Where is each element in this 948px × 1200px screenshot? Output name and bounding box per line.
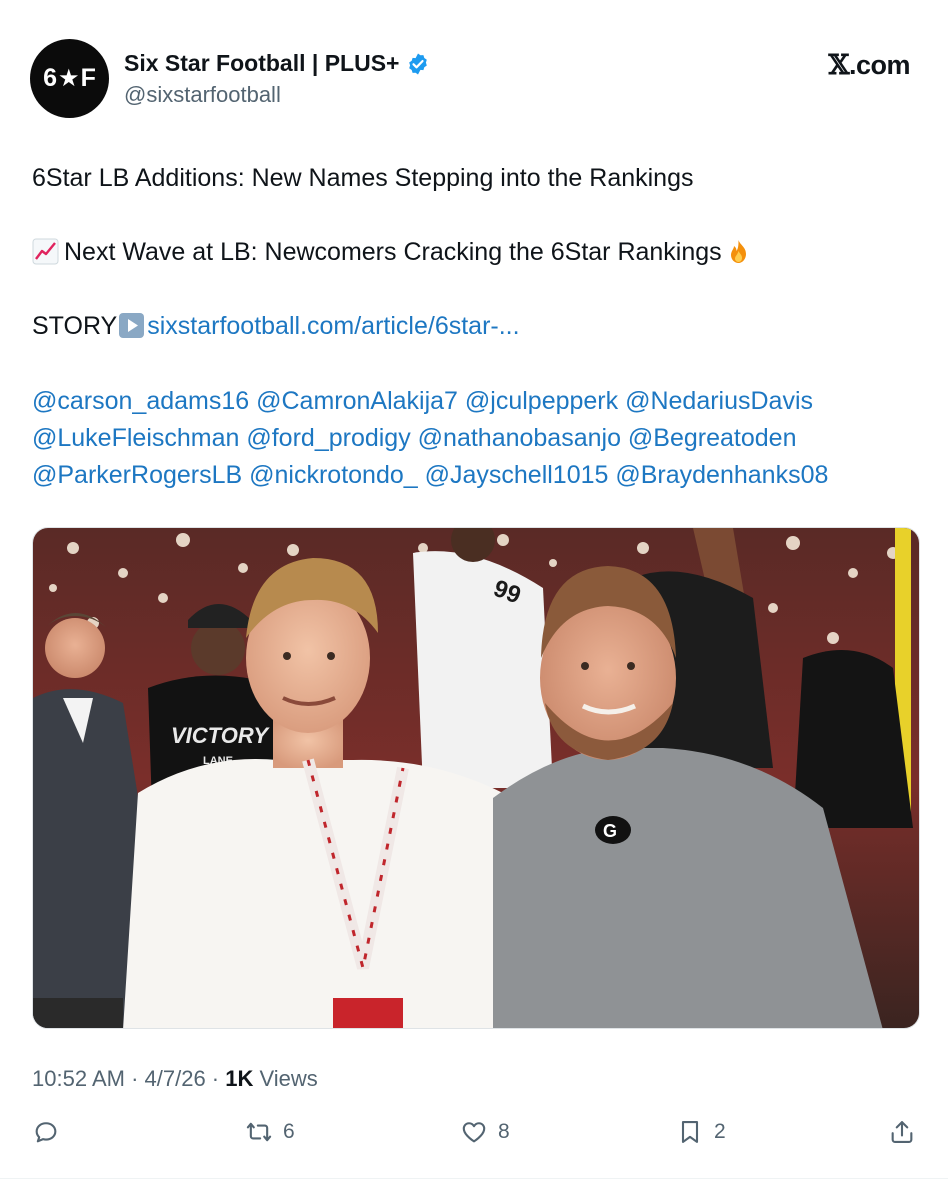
- repost-icon: [246, 1122, 272, 1142]
- reply-icon: [35, 1122, 57, 1143]
- repost-count: 6: [283, 1120, 295, 1143]
- display-name[interactable]: Six Star Football | PLUS+: [124, 50, 399, 77]
- g-logo-text: G: [603, 821, 617, 841]
- post-line-1: 6Star LB Additions: New Names Stepping i…: [32, 164, 694, 192]
- post-line-2: Next Wave at LB: Newcomers Cracking the …: [32, 237, 752, 267]
- avatar-text-right: F: [80, 64, 96, 92]
- x-logo-icon: 𝕏: [828, 50, 850, 81]
- x-com-brand: 𝕏.com: [828, 50, 911, 81]
- meta-separator: ·: [124, 1066, 145, 1091]
- share-button[interactable]: [888, 1118, 916, 1146]
- post-line-2-text: Next Wave at LB: Newcomers Cracking the …: [64, 238, 722, 266]
- bookmark-count: 2: [714, 1120, 726, 1143]
- avatar[interactable]: 6 ★ F: [30, 39, 109, 118]
- like-count: 8: [498, 1120, 510, 1143]
- repost-button[interactable]: 6: [245, 1118, 295, 1146]
- meta-separator: ·: [205, 1066, 226, 1091]
- action-bar: 6 8 2: [32, 1118, 920, 1152]
- post-date[interactable]: 4/7/26: [145, 1066, 206, 1091]
- brand-suffix: .com: [848, 50, 911, 80]
- reply-button[interactable]: [32, 1118, 70, 1146]
- photo-illustration: VICTORY LANE 99 G: [33, 528, 919, 1028]
- post-meta: 10:52 AM · 4/7/26 · 1K Views: [32, 1066, 318, 1092]
- play-button-icon: [119, 313, 145, 338]
- star-icon: ★: [58, 65, 80, 92]
- mentions-row-3[interactable]: @ParkerRogersLB @nickrotondo_ @Jayschell…: [32, 457, 828, 494]
- story-label: STORY: [32, 312, 118, 340]
- avatar-text-left: 6: [43, 64, 58, 92]
- views-count: 1K: [225, 1066, 254, 1091]
- mentions-row-2[interactable]: @LukeFleischman @ford_prodigy @nathanoba…: [32, 420, 828, 457]
- story-link[interactable]: sixstarfootball.com/article/6star-...: [147, 312, 519, 340]
- author-handle[interactable]: @sixstarfootball: [124, 82, 281, 108]
- post-story-line: STORY sixstarfootball.com/article/6star-…: [32, 311, 520, 341]
- divider: [0, 1178, 948, 1179]
- chart-increasing-icon: [32, 238, 59, 265]
- post-time[interactable]: 10:52 AM: [32, 1066, 125, 1091]
- mentions-row-1[interactable]: @carson_adams16 @CamronAlakija7 @jculpep…: [32, 383, 828, 420]
- bookmark-button[interactable]: 2: [676, 1118, 726, 1146]
- heart-icon: [462, 1122, 486, 1143]
- author-name-row[interactable]: Six Star Football | PLUS+: [124, 50, 430, 77]
- bookmark-icon: [681, 1121, 699, 1143]
- mentions-block: @carson_adams16 @CamronAlakija7 @jculpep…: [32, 383, 828, 494]
- shirt-text: VICTORY: [171, 723, 270, 748]
- share-icon: [891, 1121, 913, 1143]
- views-label: Views: [253, 1066, 318, 1091]
- post-photo[interactable]: VICTORY LANE 99 G: [32, 527, 920, 1029]
- fire-icon: [730, 240, 746, 263]
- verified-badge-icon: [409, 53, 428, 74]
- like-button[interactable]: 8: [460, 1118, 510, 1146]
